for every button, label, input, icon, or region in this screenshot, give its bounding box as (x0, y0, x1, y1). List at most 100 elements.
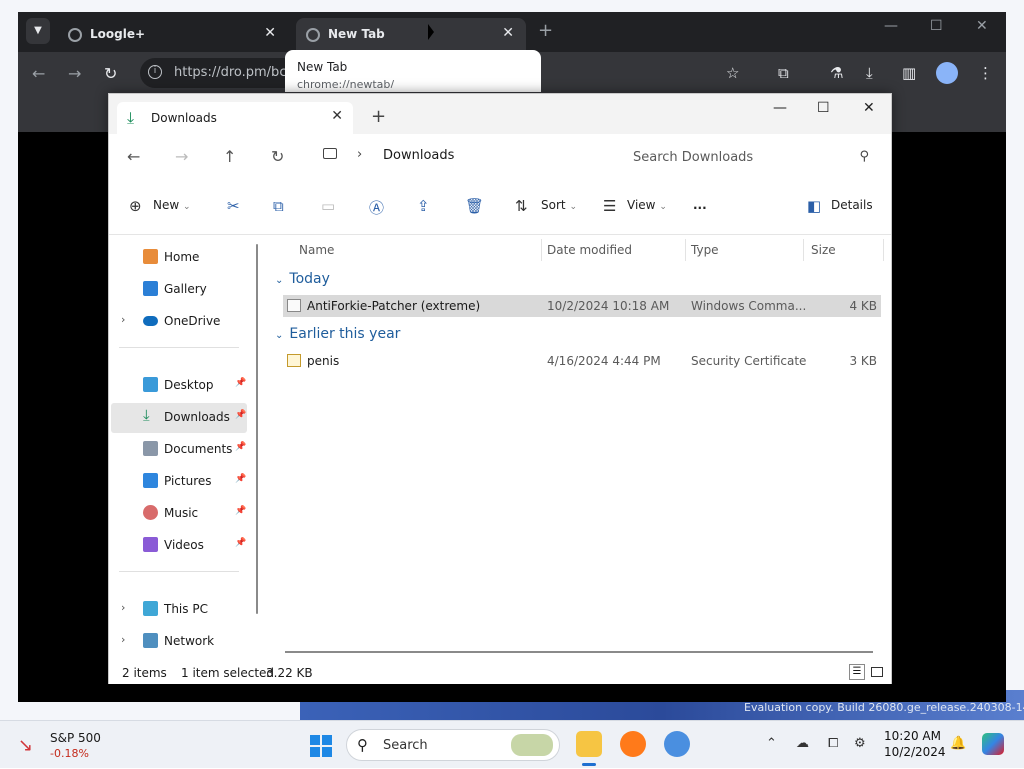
file-list: Name Date modified Type Size ⌄ Today Anti… (265, 235, 885, 658)
close-tab-icon[interactable]: ✕ (502, 25, 514, 41)
pin-icon[interactable]: 📌 (235, 410, 246, 420)
pin-icon[interactable]: 📌 (235, 442, 246, 452)
pin-icon[interactable]: 📌 (235, 378, 246, 388)
network-display-icon[interactable]: ⧠ (828, 736, 838, 751)
column-header-name[interactable]: Name (299, 243, 334, 257)
stock-widget[interactable]: ↘ S&P 500 -0.18% (0, 721, 120, 769)
up-arrow-icon[interactable]: ↑ (223, 147, 236, 166)
nav-item-pictures[interactable]: Pictures 📌 (111, 467, 247, 495)
pin-icon[interactable]: 📌 (235, 506, 246, 516)
chevron-right-icon[interactable]: › (121, 601, 125, 614)
documents-icon (143, 441, 158, 456)
column-divider[interactable] (803, 239, 804, 261)
download-icon[interactable]: ⤓ (866, 64, 873, 82)
labs-flask-icon[interactable]: ⚗ (830, 64, 843, 82)
file-size: 3 KB (849, 354, 877, 368)
chevron-right-icon[interactable]: › (357, 147, 362, 162)
file-name: penis (307, 354, 340, 368)
delete-icon[interactable]: 🗑 (465, 197, 484, 215)
close-tab-icon[interactable]: ✕ (331, 108, 343, 124)
back-arrow-icon[interactable]: ← (32, 64, 45, 83)
settings-status-icon[interactable]: ⚙ (854, 736, 866, 751)
nav-divider (119, 347, 239, 348)
nav-item-home[interactable]: Home (111, 243, 247, 271)
paste-icon[interactable]: ▭ (321, 197, 335, 215)
view-button[interactable]: View ⌄ (627, 198, 667, 212)
new-tab-plus-icon[interactable]: + (538, 20, 553, 41)
nav-scrollbar[interactable] (256, 244, 258, 614)
tiles-view-icon[interactable] (871, 667, 883, 677)
chevron-right-icon[interactable]: › (121, 633, 125, 646)
column-divider[interactable] (541, 239, 542, 261)
breadcrumb-downloads[interactable]: Downloads (383, 148, 454, 163)
browser-tab-new-tab[interactable]: New Tab ✕ (296, 18, 526, 52)
search-input[interactable]: Search Downloads ⚲ (621, 142, 879, 172)
maximize-icon[interactable]: ☐ (930, 18, 943, 34)
column-divider[interactable] (883, 239, 884, 261)
group-header-today[interactable]: ⌄ Today (275, 271, 330, 287)
forward-arrow-icon[interactable]: → (68, 64, 81, 83)
cloud-off-icon[interactable]: ☁ (796, 736, 809, 751)
rename-icon[interactable]: Ⓐ (369, 197, 384, 218)
nav-item-network[interactable]: › Network (111, 627, 247, 655)
refresh-icon[interactable]: ↻ (271, 147, 284, 166)
chevron-right-icon[interactable]: › (121, 313, 125, 326)
share-icon[interactable]: ⇪ (417, 197, 430, 215)
nav-item-music[interactable]: Music 📌 (111, 499, 247, 527)
back-arrow-icon[interactable]: ← (127, 147, 140, 166)
table-row[interactable]: AntiForkie-Patcher (extreme) 10/2/2024 1… (283, 295, 881, 317)
forward-arrow-icon[interactable]: → (175, 147, 188, 166)
browser-tab-loogle[interactable]: Loogle+ ✕ (58, 18, 288, 52)
explorer-tab-downloads[interactable]: ⤓ Downloads ✕ (117, 102, 353, 134)
nav-item-this-pc[interactable]: › This PC (111, 595, 247, 623)
start-windows-icon[interactable] (310, 735, 332, 757)
address-bar[interactable]: i https://dro.pm/bc (140, 58, 286, 88)
more-options-button[interactable]: ... (693, 198, 707, 212)
cut-icon[interactable]: ✂ (227, 197, 240, 215)
extensions-icon[interactable]: ⧉ (778, 64, 789, 82)
pin-icon[interactable]: 📌 (235, 474, 246, 484)
new-button[interactable]: New ⌄ (153, 198, 191, 212)
horizontal-scrollbar[interactable] (285, 651, 873, 653)
chevron-down-icon: ⌄ (569, 202, 577, 212)
nav-item-downloads[interactable]: ⤓ Downloads 📌 (111, 403, 247, 431)
nav-item-videos[interactable]: Videos 📌 (111, 531, 247, 559)
bookmark-star-icon[interactable]: ☆ (726, 64, 739, 82)
taskbar-search-input[interactable]: ⚲ Search (346, 729, 560, 761)
column-header-type[interactable]: Type (691, 243, 719, 257)
column-divider[interactable] (685, 239, 686, 261)
site-info-icon[interactable]: i (148, 65, 162, 79)
side-panel-icon[interactable]: ▥ (902, 64, 916, 82)
table-row[interactable]: penis 4/16/2024 4:44 PM Security Certifi… (283, 350, 881, 372)
nav-item-onedrive[interactable]: › OneDrive (111, 307, 247, 335)
firefox-app-icon[interactable] (620, 731, 646, 757)
new-tab-plus-icon[interactable]: + (371, 106, 386, 127)
details-button[interactable]: Details (831, 198, 873, 212)
nav-item-documents[interactable]: Documents 📌 (111, 435, 247, 463)
copy-icon[interactable]: ⧉ (273, 197, 284, 215)
minimize-icon[interactable]: — (773, 100, 787, 116)
maximize-icon[interactable]: ☐ (817, 100, 830, 116)
pin-icon[interactable]: 📌 (235, 538, 246, 548)
chevron-up-icon[interactable]: ⌃ (766, 736, 777, 751)
minimize-icon[interactable]: — (884, 18, 898, 34)
details-view-icon[interactable]: ☰ (849, 664, 865, 680)
reload-icon[interactable]: ↻ (104, 64, 117, 83)
group-header-earlier[interactable]: ⌄ Earlier this year (275, 326, 400, 342)
menu-kebab-icon[interactable]: ⋮ (978, 64, 993, 82)
explorer-tab-title: Downloads (151, 111, 217, 125)
nav-item-desktop[interactable]: Desktop 📌 (111, 371, 247, 399)
file-explorer-app-icon[interactable] (576, 731, 602, 757)
close-tab-icon[interactable]: ✕ (264, 25, 276, 41)
tab-search-dropdown[interactable]: ▼ (26, 18, 50, 44)
column-header-size[interactable]: Size (811, 243, 836, 257)
column-header-date[interactable]: Date modified (547, 243, 632, 257)
nav-item-gallery[interactable]: Gallery (111, 275, 247, 303)
sort-button[interactable]: Sort ⌄ (541, 198, 577, 212)
copilot-icon[interactable] (982, 733, 1004, 755)
chrome-app-icon[interactable] (664, 731, 690, 757)
profile-avatar[interactable] (936, 62, 958, 84)
close-icon[interactable]: ✕ (976, 18, 988, 34)
close-icon[interactable]: ✕ (863, 100, 875, 116)
notification-bell-icon[interactable]: 🔔 (950, 736, 966, 751)
